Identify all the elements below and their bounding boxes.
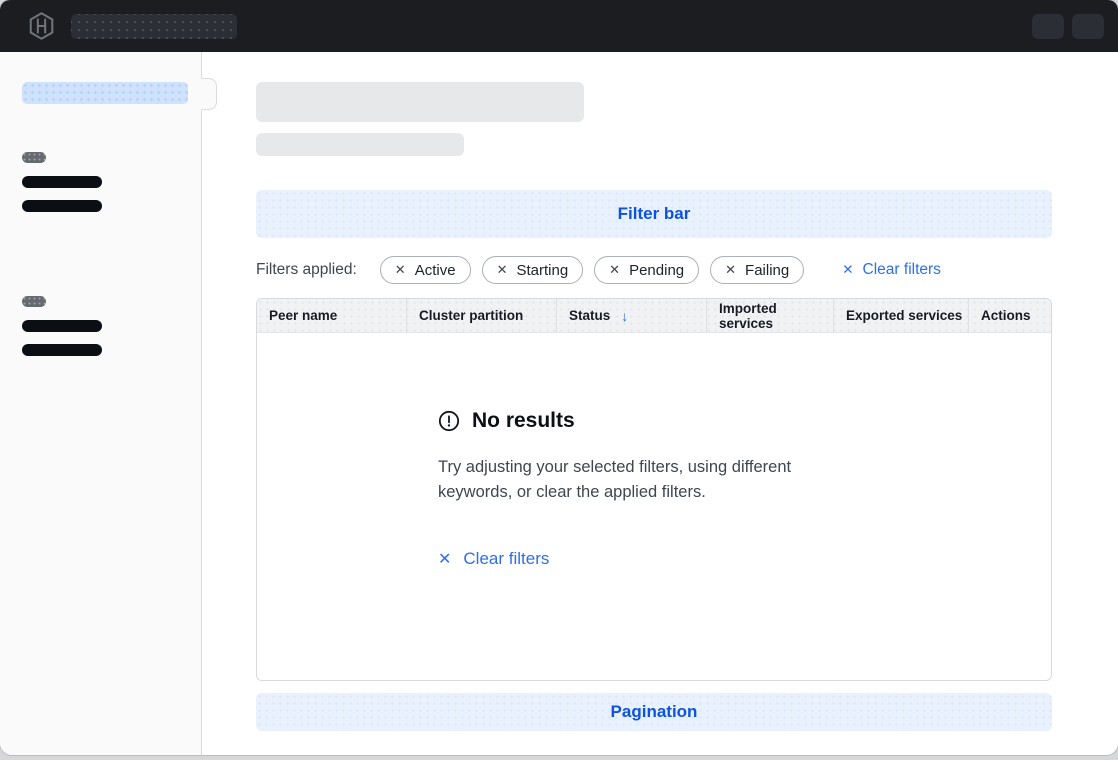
empty-state-clear-filters-link[interactable]: ✕ Clear filters <box>438 549 1051 569</box>
sidebar-section-badge-skeleton <box>22 296 46 307</box>
table-header-row: Peer name Cluster partition Status ↓ Imp… <box>257 299 1051 333</box>
page-subtitle-skeleton <box>256 133 464 156</box>
sidebar-item-skeleton[interactable] <box>22 176 102 188</box>
top-nav <box>0 0 1118 52</box>
search-input-skeleton[interactable] <box>71 14 237 39</box>
filter-pill-label: Starting <box>516 262 568 279</box>
empty-state-header: No results <box>438 409 1051 433</box>
sidebar-selected-item-skeleton[interactable] <box>22 82 188 104</box>
hashicorp-logo-icon <box>28 12 55 40</box>
close-icon[interactable]: ✕ <box>497 262 508 278</box>
filter-pill-label: Pending <box>629 262 684 279</box>
applied-filters-row: Filters applied: ✕ Active ✕ Starting ✕ P… <box>256 256 1052 284</box>
filter-pill-failing[interactable]: ✕ Failing <box>710 256 804 284</box>
app-frame: Filter bar Filters applied: ✕ Active ✕ S… <box>0 52 1118 755</box>
sidebar-item-skeleton[interactable] <box>22 200 102 212</box>
close-icon: ✕ <box>438 549 451 569</box>
clear-filters-link[interactable]: ✕ Clear filters <box>842 261 941 279</box>
sidebar-item-skeleton[interactable] <box>22 344 102 356</box>
column-header-imported-services[interactable]: Imported services <box>706 299 833 332</box>
column-header-actions: Actions <box>968 299 1051 332</box>
filter-bar-label: Filter bar <box>618 204 691 224</box>
close-icon[interactable]: ✕ <box>725 262 736 278</box>
pagination-label: Pagination <box>611 702 698 722</box>
column-header-peer-name[interactable]: Peer name <box>257 299 406 332</box>
column-header-exported-services[interactable]: Exported services <box>833 299 968 332</box>
sidebar-item-skeleton[interactable] <box>22 320 102 332</box>
page-title-skeleton <box>256 82 584 122</box>
sidebar <box>0 52 202 755</box>
filter-pill-label: Active <box>415 262 456 279</box>
alert-circle-icon <box>438 410 460 432</box>
sidebar-section-badge-skeleton <box>22 152 46 163</box>
close-icon[interactable]: ✕ <box>609 262 620 278</box>
filter-pill-active[interactable]: ✕ Active <box>380 256 471 284</box>
filter-bar-slot: Filter bar <box>256 190 1052 238</box>
app-window: Filter bar Filters applied: ✕ Active ✕ S… <box>0 0 1118 755</box>
empty-state-title: No results <box>472 409 575 433</box>
sidebar-toggle-handle[interactable] <box>201 78 217 110</box>
close-icon[interactable]: ✕ <box>395 262 406 278</box>
main-content: Filter bar Filters applied: ✕ Active ✕ S… <box>202 52 1118 755</box>
filter-pill-pending[interactable]: ✕ Pending <box>594 256 699 284</box>
clear-filters-label: Clear filters <box>863 261 941 279</box>
empty-state-clear-filters-label: Clear filters <box>463 549 549 569</box>
close-icon: ✕ <box>842 262 853 278</box>
peers-table: Peer name Cluster partition Status ↓ Imp… <box>256 298 1052 681</box>
table-body: No results Try adjusting your selected f… <box>257 333 1051 680</box>
empty-state: No results Try adjusting your selected f… <box>257 333 1051 569</box>
filter-pill-starting[interactable]: ✕ Starting <box>482 256 584 284</box>
topnav-button-skeleton-2[interactable] <box>1072 14 1104 39</box>
topnav-button-skeleton-1[interactable] <box>1032 14 1064 39</box>
filters-applied-label: Filters applied: <box>256 261 357 279</box>
pagination-slot: Pagination <box>256 693 1052 731</box>
empty-state-description: Try adjusting your selected filters, usi… <box>438 455 862 505</box>
column-header-cluster-partition[interactable]: Cluster partition <box>406 299 556 332</box>
sort-descending-icon[interactable]: ↓ <box>621 308 628 324</box>
filter-pill-label: Failing <box>745 262 789 279</box>
column-header-status[interactable]: Status ↓ <box>556 299 706 332</box>
